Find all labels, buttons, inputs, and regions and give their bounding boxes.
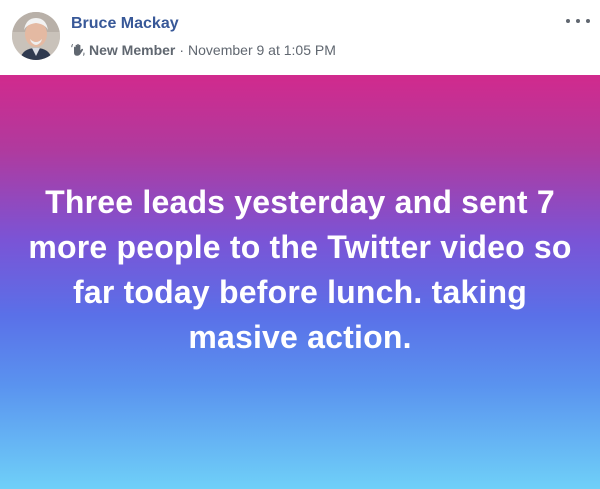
waving-hand-icon [71, 43, 85, 56]
status-text: Three leads yesterday and sent 7 more pe… [28, 184, 572, 355]
post-timestamp-link[interactable]: November 9 at 1:05 PM [188, 42, 336, 58]
more-horizontal-icon-dot [576, 19, 580, 23]
status-background-panel: Three leads yesterday and sent 7 more pe… [0, 75, 600, 489]
meta-separator: · [179, 41, 185, 58]
post-meta: New Member · November 9 at 1:05 PM [71, 41, 336, 58]
more-options-button[interactable] [566, 14, 590, 28]
author-avatar[interactable] [12, 12, 60, 60]
member-badge-label[interactable]: New Member [89, 42, 175, 58]
avatar-photo [12, 12, 60, 60]
author-name-link[interactable]: Bruce Mackay [71, 15, 179, 33]
feed-post: Bruce Mackay New Member · November 9 at … [0, 0, 600, 489]
more-horizontal-icon-dot [586, 19, 590, 23]
more-horizontal-icon [566, 19, 570, 23]
post-header: Bruce Mackay New Member · November 9 at … [0, 0, 600, 75]
